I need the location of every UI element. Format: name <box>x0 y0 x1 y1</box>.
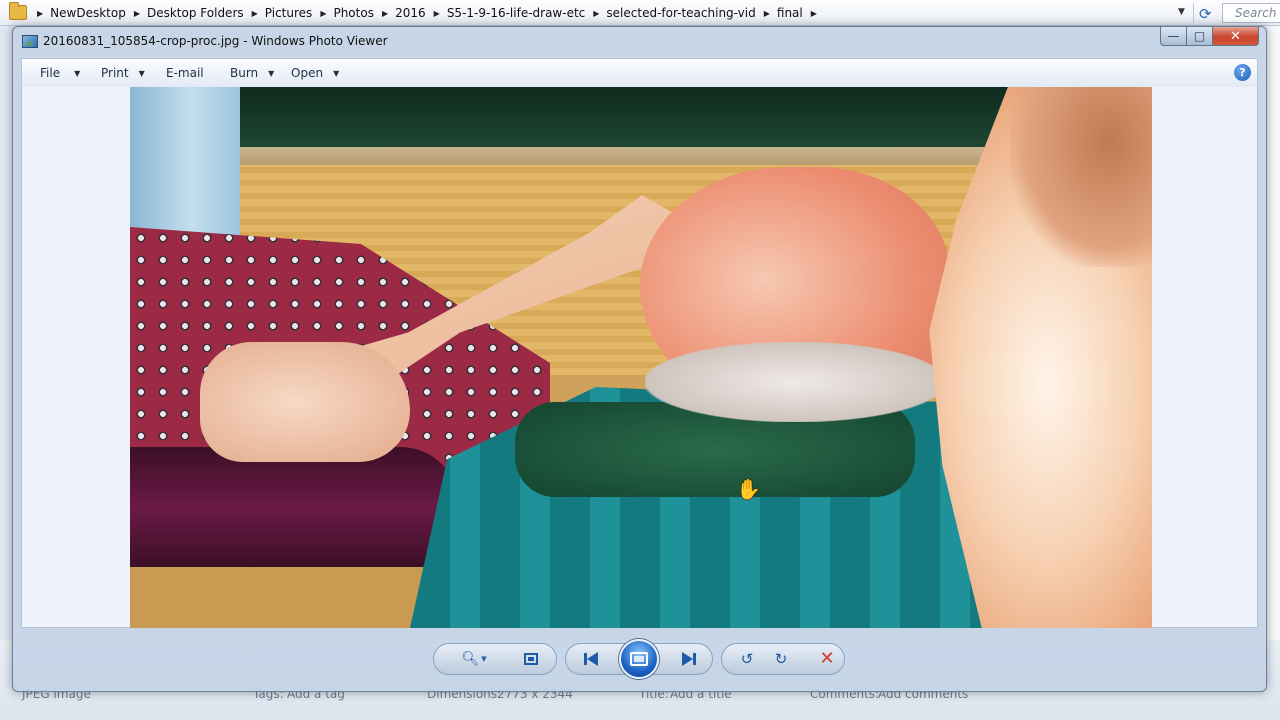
rotate-counterclockwise-icon: ↺ <box>740 649 754 668</box>
zoom-icon: 🔍︎ <box>461 651 480 667</box>
image-display-area[interactable]: ✋ <box>21 87 1258 628</box>
photo-viewer-window: 20160831_105854-crop-proc.jpg - Windows … <box>12 26 1267 692</box>
breadcrumb-item-final[interactable]: final <box>777 6 803 20</box>
open-menu-label: Open <box>291 66 324 80</box>
breadcrumb-separator-icon[interactable]: ▶ <box>593 9 599 18</box>
breadcrumb-item-selected[interactable]: selected-for-teaching-vid <box>606 6 755 20</box>
breadcrumb-separator-icon[interactable]: ▶ <box>134 9 140 18</box>
breadcrumb-separator-icon[interactable]: ▶ <box>434 9 440 18</box>
minimize-button[interactable]: — <box>1160 27 1187 46</box>
minimize-icon: — <box>1167 29 1180 43</box>
folder-icon <box>9 2 27 20</box>
file-menu-label: File <box>40 66 61 80</box>
help-glyph: ? <box>1239 66 1246 79</box>
breadcrumb-item-desktop-folders[interactable]: Desktop Folders <box>147 6 244 20</box>
photo-viewer-app-icon <box>22 35 38 48</box>
delete-button[interactable]: ✕ <box>812 644 842 674</box>
breadcrumb-separator-icon[interactable]: ▶ <box>382 9 388 18</box>
previous-icon <box>584 652 598 666</box>
breadcrumb-separator-icon[interactable]: ▶ <box>764 9 770 18</box>
address-divider <box>1193 3 1194 23</box>
displayed-photo[interactable] <box>130 87 1152 628</box>
file-menu[interactable]: File ▼ <box>40 66 80 80</box>
address-dropdown-icon[interactable]: ▼ <box>1178 7 1185 17</box>
chevron-down-icon: ▼ <box>74 68 81 78</box>
breadcrumb-item-2016[interactable]: 2016 <box>395 6 426 20</box>
rotate-clockwise-icon: ↻ <box>774 649 788 668</box>
slideshow-button[interactable] <box>619 639 659 679</box>
chevron-down-icon: ▼ <box>268 68 275 78</box>
close-button[interactable]: ✕ <box>1213 27 1259 46</box>
breadcrumb-separator-icon[interactable]: ▶ <box>37 9 43 18</box>
breadcrumb-item-newdesktop[interactable]: NewDesktop <box>50 6 126 20</box>
title-bar[interactable]: 20160831_105854-crop-proc.jpg - Windows … <box>13 27 1266 57</box>
window-title: 20160831_105854-crop-proc.jpg - Windows … <box>43 34 388 48</box>
photo-velvet-fabric <box>130 447 460 567</box>
maximize-button[interactable]: □ <box>1187 27 1213 46</box>
photo-hair <box>1010 87 1152 267</box>
breadcrumb-item-pictures[interactable]: Pictures <box>265 6 313 20</box>
edit-group: ↺ ↻ ✕ <box>721 643 845 675</box>
zoom-group: 🔍︎ ▼ <box>433 643 557 675</box>
print-menu-label: Print <box>101 66 129 80</box>
delete-icon: ✕ <box>819 648 835 669</box>
rotate-clockwise-button[interactable]: ↻ <box>766 644 796 674</box>
breadcrumb-item-photos[interactable]: Photos <box>333 6 373 20</box>
maximize-icon: □ <box>1193 29 1206 43</box>
explorer-address-bar: ▶ NewDesktop ▶ Desktop Folders ▶ Picture… <box>0 0 1280 26</box>
refresh-icon[interactable]: ⟳ <box>1199 5 1212 23</box>
photo-hand <box>200 342 410 462</box>
breadcrumb-item-life-draw[interactable]: S5-1-9-16-life-draw-etc <box>447 6 585 20</box>
email-menu[interactable]: E-mail <box>166 66 204 80</box>
caption-buttons: — □ ✕ <box>1160 27 1259 46</box>
control-bar: 🔍︎ ▼ ↺ ↻ ✕ <box>13 628 1266 691</box>
photo-beard <box>645 342 945 422</box>
actual-size-button[interactable] <box>516 644 546 674</box>
next-icon <box>682 652 696 666</box>
breadcrumb-separator-icon[interactable]: ▶ <box>811 9 817 18</box>
print-menu[interactable]: Print ▼ <box>101 66 145 80</box>
burn-menu[interactable]: Burn ▼ <box>230 66 274 80</box>
close-icon: ✕ <box>1230 28 1241 44</box>
menu-bar: File ▼ Print ▼ E-mail Burn ▼ Open ▼ ? <box>21 58 1258 87</box>
chevron-down-icon: ▼ <box>333 68 340 78</box>
email-menu-label: E-mail <box>166 66 204 80</box>
burn-menu-label: Burn <box>230 66 259 80</box>
next-button[interactable] <box>674 644 704 674</box>
open-menu[interactable]: Open ▼ <box>291 66 339 80</box>
actual-size-icon <box>524 653 538 665</box>
previous-button[interactable] <box>576 644 606 674</box>
search-input[interactable]: Search <box>1222 3 1280 23</box>
breadcrumb-separator-icon[interactable]: ▶ <box>252 9 258 18</box>
breadcrumb-separator-icon[interactable]: ▶ <box>320 9 326 18</box>
photo-floor <box>130 557 430 628</box>
hand-cursor-icon: ✋ <box>736 477 761 501</box>
slideshow-icon <box>630 652 648 666</box>
zoom-button[interactable]: 🔍︎ ▼ <box>456 644 492 674</box>
breadcrumb: ▶ NewDesktop ▶ Desktop Folders ▶ Picture… <box>34 0 824 26</box>
chevron-down-icon: ▼ <box>481 654 487 663</box>
chevron-down-icon: ▼ <box>138 68 145 78</box>
help-icon[interactable]: ? <box>1234 64 1251 81</box>
rotate-counterclockwise-button[interactable]: ↺ <box>732 644 762 674</box>
